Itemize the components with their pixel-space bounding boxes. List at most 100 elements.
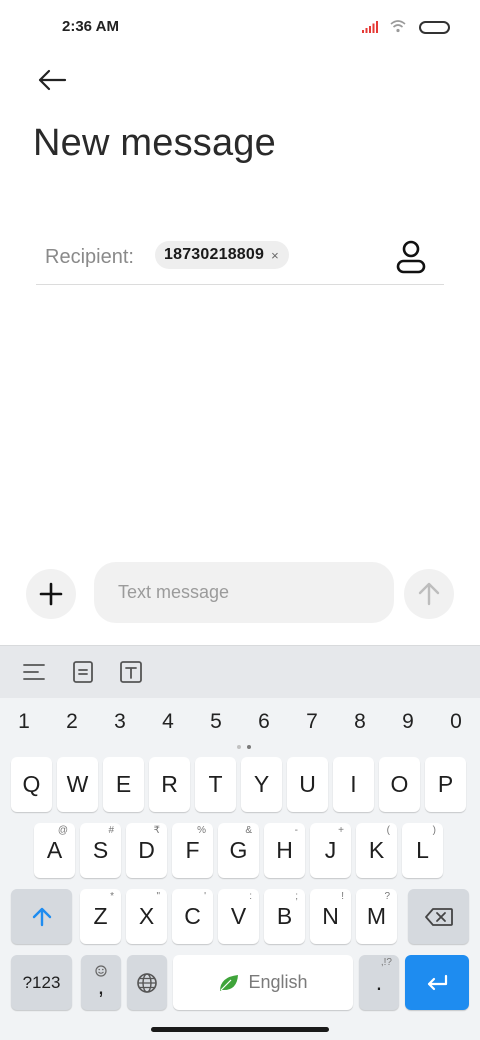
arrow-left-icon xyxy=(38,69,67,91)
remove-recipient-button[interactable]: × xyxy=(271,248,279,263)
key-m-label: M xyxy=(366,903,387,929)
back-button[interactable] xyxy=(32,62,72,98)
add-attachment-button[interactable] xyxy=(26,569,76,619)
key-z-label: Z xyxy=(93,903,108,929)
key-j-sub: + xyxy=(338,825,344,836)
key-n-sub: ! xyxy=(341,891,344,902)
backspace-icon xyxy=(424,907,453,926)
key-s-label: S xyxy=(92,837,109,863)
number-key-7[interactable]: 7 xyxy=(292,710,332,734)
key-d[interactable]: ₹ D xyxy=(126,823,167,878)
key-l-sub: ) xyxy=(432,825,436,836)
key-o[interactable]: O xyxy=(379,757,420,812)
key-b[interactable]: ; B xyxy=(264,889,305,944)
key-m[interactable]: ? M xyxy=(356,889,397,944)
plus-icon xyxy=(39,582,63,606)
key-r[interactable]: R xyxy=(149,757,190,812)
arrow-up-icon xyxy=(418,582,440,606)
send-button[interactable] xyxy=(404,569,454,619)
key-h-sub: - xyxy=(294,825,298,836)
number-key-8[interactable]: 8 xyxy=(340,710,380,734)
backspace-key[interactable] xyxy=(408,889,469,944)
key-x[interactable]: " X xyxy=(126,889,167,944)
key-l[interactable]: ) L xyxy=(402,823,443,878)
space-key-label: English xyxy=(248,972,308,992)
key-n-label: N xyxy=(322,903,339,929)
key-n[interactable]: ! N xyxy=(310,889,351,944)
page-indicator xyxy=(237,745,253,749)
key-c-sub: ' xyxy=(204,891,206,902)
key-j[interactable]: + J xyxy=(310,823,351,878)
key-b-label: B xyxy=(276,903,293,929)
key-z-sub: * xyxy=(110,891,114,902)
key-f[interactable]: % F xyxy=(172,823,213,878)
page-title: New message xyxy=(33,122,276,164)
key-x-sub: " xyxy=(156,891,160,902)
key-s-sub: # xyxy=(108,825,114,836)
key-q[interactable]: Q xyxy=(11,757,52,812)
key-h[interactable]: -H xyxy=(264,823,305,878)
key-v-sub: : xyxy=(249,891,252,902)
key-e[interactable]: E xyxy=(103,757,144,812)
key-p[interactable]: P xyxy=(425,757,466,812)
number-key-6[interactable]: 6 xyxy=(244,710,284,734)
text-format-icon[interactable] xyxy=(119,660,143,684)
number-key-9[interactable]: 9 xyxy=(388,710,428,734)
symbols-key[interactable]: ?123 xyxy=(11,955,72,1010)
keyboard: 1234567890 QWERTYUIOP @ A # S ₹ D% F & G - H + J(K) L… xyxy=(0,645,480,1040)
period-key[interactable]: ,!? . xyxy=(359,955,399,1010)
key-k[interactable]: (K xyxy=(356,823,397,878)
language-key[interactable] xyxy=(127,955,167,1010)
key-u[interactable]: U xyxy=(287,757,328,812)
key-y[interactable]: Y xyxy=(241,757,282,812)
signal-icon xyxy=(362,21,378,33)
key-w[interactable]: W xyxy=(57,757,98,812)
emoji-comma-key[interactable]: , xyxy=(81,955,121,1010)
key-k-label: K xyxy=(368,837,385,863)
clipboard-icon[interactable] xyxy=(71,660,95,684)
key-l-label: L xyxy=(416,837,429,863)
enter-key[interactable] xyxy=(405,955,469,1010)
enter-icon xyxy=(427,974,448,990)
key-j-label: J xyxy=(324,837,337,863)
key-m-sub: ? xyxy=(384,891,390,902)
shift-arrow-icon xyxy=(32,907,51,926)
leaf-icon xyxy=(220,974,239,991)
recipient-chip[interactable]: 18730218809 × xyxy=(155,241,289,269)
recipient-label: Recipient: xyxy=(45,246,134,268)
number-key-3[interactable]: 3 xyxy=(100,710,140,734)
person-icon[interactable] xyxy=(395,240,427,274)
key-b-sub: ; xyxy=(295,891,298,902)
comma-label: , xyxy=(97,972,105,999)
key-a-label: A xyxy=(46,837,63,863)
key-a[interactable]: @ A xyxy=(34,823,75,878)
key-v[interactable]: :V xyxy=(218,889,259,944)
key-t[interactable]: T xyxy=(195,757,236,812)
text-message-input[interactable] xyxy=(94,562,394,623)
number-key-0[interactable]: 0 xyxy=(436,710,476,734)
key-i[interactable]: I xyxy=(333,757,374,812)
shift-key[interactable] xyxy=(11,889,72,944)
key-d-label: D xyxy=(138,837,155,863)
symbols-key-label: ?123 xyxy=(22,972,61,992)
key-c[interactable]: ' C xyxy=(172,889,213,944)
number-key-1[interactable]: 1 xyxy=(4,710,44,734)
key-d-sub: ₹ xyxy=(153,825,160,836)
key-g-label: G xyxy=(229,837,248,863)
recipient-number: 18730218809 xyxy=(164,246,265,263)
number-key-2[interactable]: 2 xyxy=(52,710,92,734)
key-k-sub: ( xyxy=(386,825,390,836)
number-key-4[interactable]: 4 xyxy=(148,710,188,734)
key-h-label: H xyxy=(276,837,293,863)
key-g[interactable]: & G xyxy=(218,823,259,878)
status-time: 2:36 AM xyxy=(62,18,119,35)
keyboard-toolbar xyxy=(0,646,480,698)
key-z[interactable]: * Z xyxy=(80,889,121,944)
home-indicator[interactable] xyxy=(151,1027,329,1032)
key-x-label: X xyxy=(138,903,155,929)
number-key-5[interactable]: 5 xyxy=(196,710,236,734)
space-key[interactable]: English xyxy=(173,955,353,1010)
text-align-icon[interactable] xyxy=(22,660,46,684)
key-s[interactable]: # S xyxy=(80,823,121,878)
recipient-field[interactable]: Recipient: 18730218809 × xyxy=(36,232,444,285)
